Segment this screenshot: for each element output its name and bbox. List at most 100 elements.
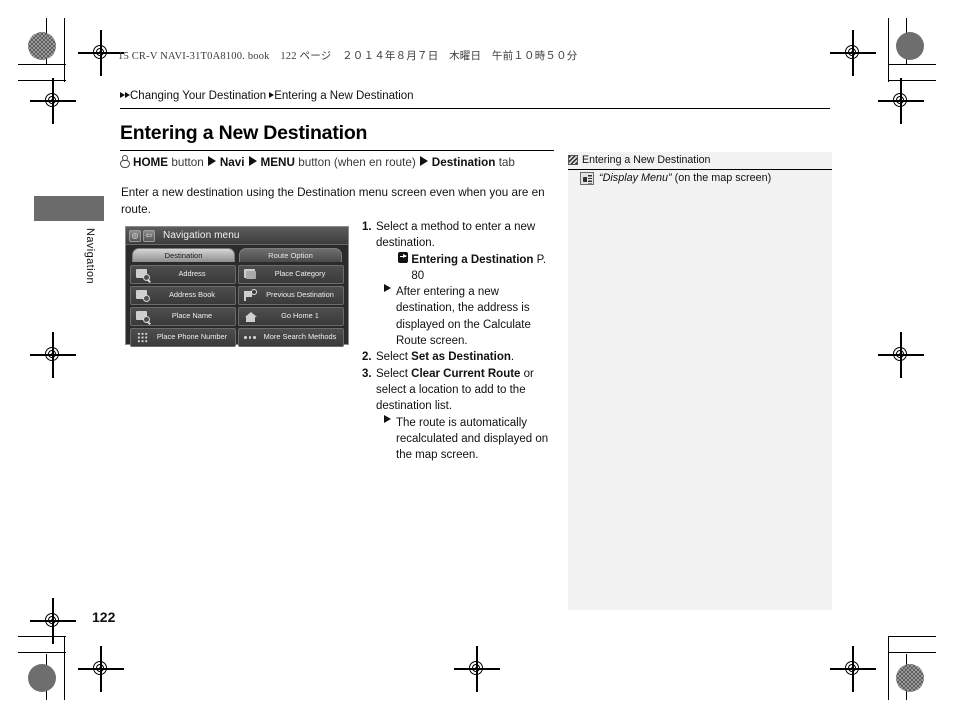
menu-item-more-search-methods[interactable]: More Search Methods bbox=[238, 328, 344, 347]
screenshot-title-bar: ◎ ⇦ Navigation menu bbox=[126, 227, 348, 245]
menu-item-label: Place Name bbox=[171, 311, 213, 321]
tab-destination[interactable]: Destination bbox=[132, 248, 235, 262]
registration-mark bbox=[78, 30, 124, 76]
step-3: 3. Select Clear Current Route or select … bbox=[362, 366, 554, 415]
page-title: Entering a New Destination bbox=[120, 122, 368, 144]
step-text-bold[interactable]: Set as Destination bbox=[411, 351, 511, 363]
step-1-bullet: After entering a new destination, the ad… bbox=[384, 284, 554, 349]
breadcrumb-parent[interactable]: Changing Your Destination bbox=[130, 90, 266, 102]
back-icon: ⇦ bbox=[143, 229, 155, 242]
bullet-arrow-icon bbox=[384, 284, 391, 293]
halftone-dot bbox=[28, 32, 56, 60]
registration-mark bbox=[30, 78, 76, 124]
screenshot-menu-grid: Address Place Category Address Book Prev… bbox=[126, 262, 348, 351]
menu-item-place-category[interactable]: Place Category bbox=[238, 265, 344, 284]
registration-mark bbox=[830, 646, 876, 692]
step-number: 3. bbox=[362, 367, 372, 380]
registration-mark bbox=[454, 646, 500, 692]
crop-line bbox=[888, 80, 936, 82]
menu-item-address-book[interactable]: Address Book bbox=[130, 286, 236, 305]
path-destination-suffix: tab bbox=[498, 156, 515, 169]
path-destination-label: Destination bbox=[431, 156, 496, 169]
address-book-icon bbox=[134, 289, 151, 302]
section-tab-label: Navigation bbox=[84, 228, 96, 284]
steps-list: 1. Select a method to enter a new destin… bbox=[362, 219, 554, 463]
step-number: 2. bbox=[362, 351, 372, 364]
navigation-menu-screenshot: ◎ ⇦ Navigation menu Destination Route Op… bbox=[125, 226, 349, 347]
registration-mark bbox=[878, 78, 924, 124]
page-number: 122 bbox=[92, 609, 116, 625]
menu-item-place-name[interactable]: Place Name bbox=[130, 307, 236, 326]
crop-line bbox=[64, 18, 66, 82]
menu-item-place-phone-number[interactable]: Place Phone Number bbox=[130, 328, 236, 347]
step-3-bullet: The route is automatically recalculated … bbox=[384, 414, 554, 464]
screenshot-title: Navigation menu bbox=[163, 230, 240, 241]
crop-line bbox=[888, 652, 936, 654]
registration-mark bbox=[878, 332, 924, 378]
bullet-text: After entering a new destination, the ad… bbox=[396, 286, 531, 348]
path-menu-suffix: button (when en route) bbox=[298, 156, 416, 169]
reference-label[interactable]: Entering a Destination bbox=[411, 254, 533, 266]
registration-mark bbox=[78, 646, 124, 692]
chevron-right-icon bbox=[207, 156, 216, 166]
chevron-right-icon bbox=[248, 156, 257, 166]
home-button-icon bbox=[120, 155, 130, 168]
crop-line bbox=[888, 636, 936, 638]
step-text-pre: Select bbox=[376, 351, 412, 364]
crop-line bbox=[888, 636, 890, 700]
menu-item-label: Address bbox=[178, 269, 206, 279]
title-divider bbox=[120, 150, 554, 152]
menu-item-address[interactable]: Address bbox=[130, 265, 236, 284]
side-note-header: Entering a New Destination bbox=[568, 152, 832, 168]
menu-item-go-home-1[interactable]: Go Home 1 bbox=[238, 307, 344, 326]
step-1-reference: Entering a Destination P. 80 bbox=[398, 251, 554, 285]
tab-route-option[interactable]: Route Option bbox=[239, 248, 342, 262]
voice-command-row: “Display Menu” (on the map screen) bbox=[580, 172, 771, 185]
address-search-icon bbox=[134, 268, 151, 284]
menu-item-previous-destination[interactable]: Previous Destination bbox=[238, 286, 344, 305]
menu-item-label: Go Home 1 bbox=[281, 311, 319, 321]
screenshot-tabs: Destination Route Option bbox=[126, 248, 348, 262]
crop-line bbox=[18, 64, 66, 66]
bullet-text: The route is automatically recalculated … bbox=[396, 416, 549, 462]
step-text-pre: Select bbox=[376, 367, 412, 380]
book-header-line: 15 CR-V NAVI-31T0A8100. book 122 ページ ２０１… bbox=[118, 51, 578, 62]
step-number: 1. bbox=[362, 221, 372, 233]
step-text-post: . bbox=[510, 351, 515, 364]
note-marker-icon bbox=[568, 155, 578, 165]
menu-item-label: Place Phone Number bbox=[156, 332, 228, 342]
menu-item-label: More Search Methods bbox=[263, 332, 337, 342]
step-text-bold[interactable]: Clear Current Route bbox=[411, 368, 520, 380]
breadcrumb: Changing Your Destination Entering a New … bbox=[120, 90, 414, 102]
place-name-search-icon bbox=[134, 310, 151, 326]
step-1: 1. Select a method to enter a new destin… bbox=[362, 219, 554, 252]
menu-item-label: Place Category bbox=[274, 269, 326, 279]
home-icon bbox=[242, 310, 259, 323]
bullet-arrow-icon bbox=[384, 414, 391, 423]
chevron-right-icon bbox=[419, 156, 428, 166]
path-home-suffix: button bbox=[171, 156, 204, 169]
breadcrumb-current: Entering a New Destination bbox=[274, 90, 414, 102]
halftone-dot bbox=[896, 32, 924, 60]
crop-line bbox=[888, 64, 936, 66]
halftone-dot bbox=[896, 664, 924, 692]
side-note-header-label: Entering a New Destination bbox=[582, 154, 711, 166]
ellipsis-icon bbox=[242, 331, 259, 344]
path-navi-label: Navi bbox=[219, 156, 245, 169]
menu-item-label: Previous Destination bbox=[266, 290, 334, 300]
crop-line bbox=[64, 636, 66, 700]
path-menu-label: MENU bbox=[260, 156, 295, 169]
step-text: Select Clear Current Route or select a l… bbox=[376, 366, 554, 415]
reference-arrow-icon bbox=[398, 251, 409, 263]
side-note-divider bbox=[568, 169, 832, 171]
step-text: Select a method to enter a new destinati… bbox=[376, 221, 536, 250]
crop-line bbox=[18, 652, 66, 654]
voice-command-icon bbox=[580, 172, 594, 185]
registration-mark bbox=[30, 598, 76, 644]
crop-line bbox=[18, 636, 66, 638]
previous-destination-flag-icon bbox=[242, 289, 259, 302]
registration-mark bbox=[30, 332, 76, 378]
place-category-icon bbox=[242, 268, 259, 281]
section-tab-block bbox=[34, 196, 104, 221]
halftone-dot bbox=[28, 664, 56, 692]
